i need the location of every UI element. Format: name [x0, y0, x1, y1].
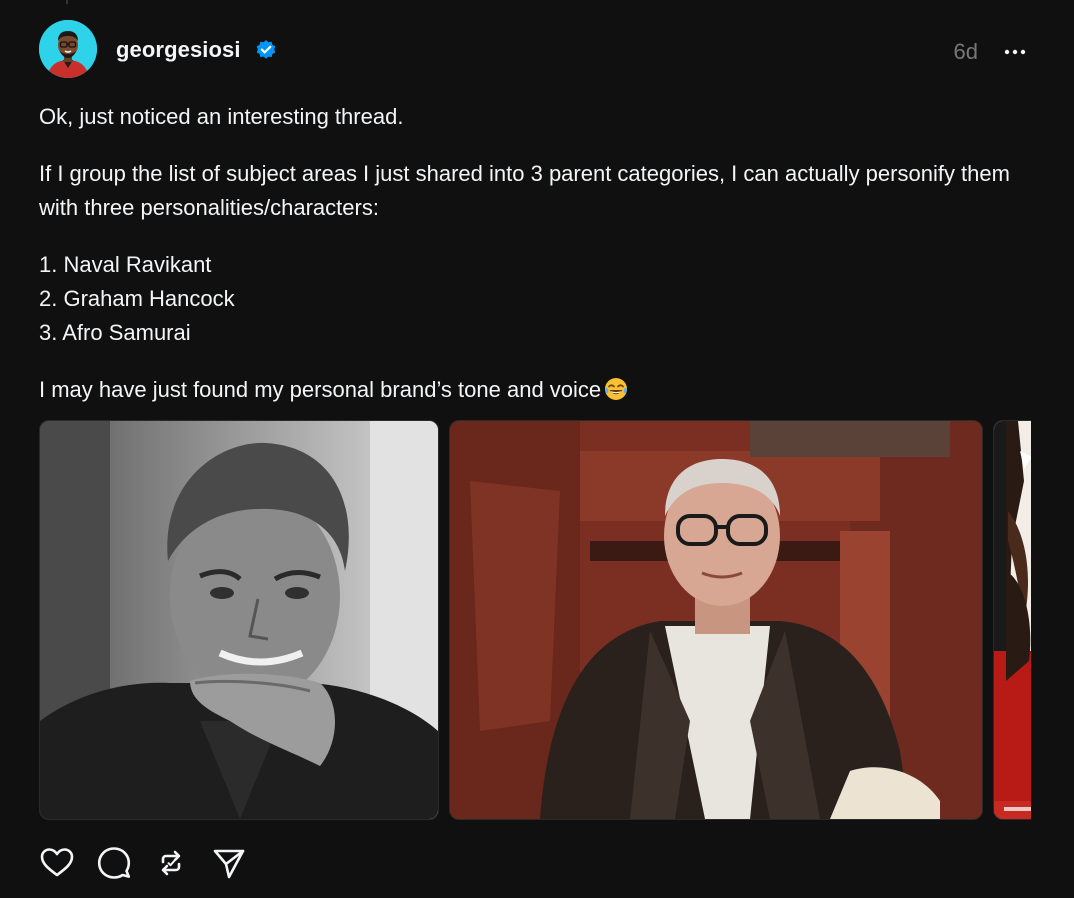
repost-icon [161, 850, 181, 876]
post-header: georgesiosi 6d [39, 20, 1035, 80]
send-icon [213, 849, 245, 879]
photo-anime-illustration-icon [994, 421, 1031, 819]
photo-man-stone-doorway-icon [450, 421, 982, 819]
post-list: 1. Naval Ravikant 2. Graham Hancock 3. A… [39, 248, 1029, 350]
thread-connector-line [66, 0, 68, 4]
avatar-image [39, 20, 97, 78]
author-username[interactable]: georgesiosi [116, 37, 241, 63]
avatar[interactable] [39, 20, 97, 78]
comment-button[interactable] [96, 843, 132, 883]
comment-icon [97, 847, 131, 879]
verified-badge-icon [255, 39, 277, 61]
photo-bw-portrait-icon [40, 421, 438, 819]
post-body: Ok, just noticed an interesting thread. … [39, 100, 1029, 430]
post-paragraph-4-text: I may have just found my personal brand’… [39, 377, 602, 402]
more-options-icon[interactable] [1003, 42, 1027, 62]
media-photo-2[interactable] [449, 420, 983, 820]
list-item: 1. Naval Ravikant [39, 252, 212, 277]
media-photo-3[interactable] [993, 420, 1031, 820]
post-paragraph-1: Ok, just noticed an interesting thread. [39, 104, 404, 129]
list-item: 3. Afro Samurai [39, 320, 191, 345]
share-button[interactable] [211, 843, 247, 883]
post-paragraph-2: If I group the list of subject areas I j… [39, 161, 1010, 220]
heart-icon [40, 848, 74, 877]
list-item: 2. Graham Hancock [39, 286, 235, 311]
face-with-tears-of-joy-icon [604, 377, 628, 401]
post-paragraph-4: I may have just found my personal brand’… [39, 373, 1029, 407]
like-button[interactable] [39, 843, 75, 883]
media-photo-1[interactable] [39, 420, 439, 820]
repost-button[interactable] [153, 843, 189, 883]
media-carousel[interactable] [39, 420, 1031, 820]
post-timestamp[interactable]: 6d [954, 39, 978, 65]
